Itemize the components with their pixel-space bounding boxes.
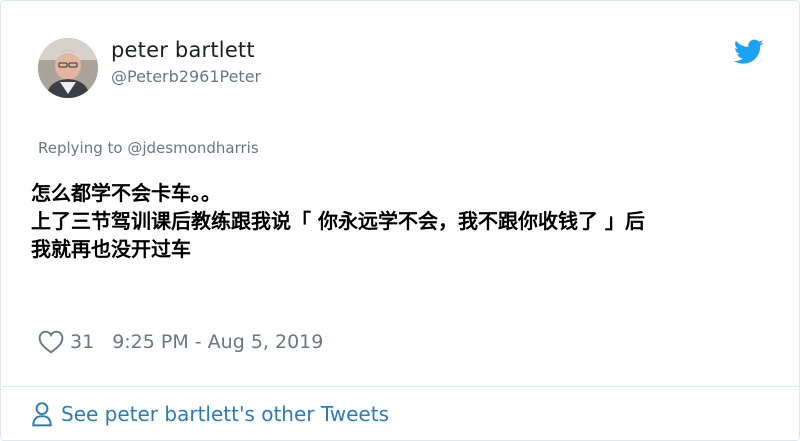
divider [2, 386, 800, 387]
tweet-line: 上了三节驾训课后教练跟我说「 你永远学不会，我不跟你收钱了 」后 [31, 209, 645, 233]
tweet-timestamp[interactable]: 9:25 PM - Aug 5, 2019 [112, 331, 323, 353]
tweet-card: peter bartlett @Peterb2961Peter Replying… [0, 0, 800, 441]
avatar-photo [38, 38, 98, 98]
author-name[interactable]: peter bartlett [111, 38, 255, 62]
reply-mention-link[interactable]: @jdesmondharris [127, 139, 258, 157]
tweet-meta: 31 9:25 PM - Aug 5, 2019 [38, 327, 323, 357]
tweet-line: 怎么都学不会卡车。。 [31, 181, 221, 205]
twitter-bird-icon[interactable] [734, 39, 764, 65]
tweet-line: 我就再也没开过车 [31, 237, 191, 261]
heart-icon[interactable] [38, 330, 64, 354]
avatar[interactable] [38, 38, 98, 98]
like-count[interactable]: 31 [70, 331, 94, 353]
replying-prefix: Replying to [38, 139, 128, 157]
person-icon [32, 402, 52, 427]
replying-to: Replying to @jdesmondharris [38, 139, 259, 157]
author-handle[interactable]: @Peterb2961Peter [111, 67, 261, 86]
see-other-tweets-label[interactable]: See peter bartlett's other Tweets [61, 402, 389, 426]
see-other-tweets-link[interactable]: See peter bartlett's other Tweets [31, 399, 389, 429]
tweet-text: 怎么都学不会卡车。。 上了三节驾训课后教练跟我说「 你永远学不会，我不跟你收钱了… [31, 179, 771, 263]
